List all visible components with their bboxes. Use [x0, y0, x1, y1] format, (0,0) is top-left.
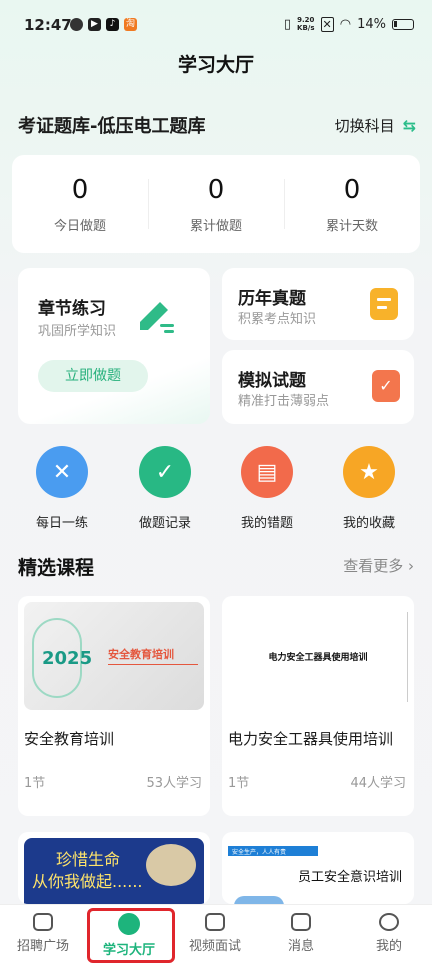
course-thumbnail: 安全生产，人人有责 员工安全意识培训: [228, 838, 408, 904]
bottom-nav: 招聘广场 学习大厅 视频面试 消息 我的: [0, 904, 432, 964]
mock-exam-card[interactable]: 模拟试题 精准打击薄弱点 ✓: [222, 350, 414, 424]
no-sim-icon: ✕: [320, 16, 334, 32]
nav-recruitment[interactable]: 招聘广场: [0, 911, 86, 954]
nav-label: 招聘广场: [16, 939, 69, 954]
document-list-icon: [370, 288, 398, 320]
briefcase-icon: [33, 913, 53, 931]
video-icon: [205, 913, 225, 931]
shop-app-icon: 淘: [124, 18, 137, 31]
mock-subtitle: 精准打击薄弱点: [238, 394, 330, 409]
tiktok-icon: ♪: [106, 18, 119, 31]
nav-video-interview[interactable]: 视频面试: [172, 911, 258, 954]
chapter-subtitle: 巩固所学知识: [38, 324, 117, 339]
nav-label: 我的: [375, 939, 402, 954]
stat-value: 0: [71, 175, 89, 205]
course-sections: 1节: [228, 776, 250, 791]
vibrate-icon: ▯: [283, 16, 292, 32]
course-learners: 53人学习: [146, 776, 202, 791]
thumb-line1: 珍惜生命: [56, 850, 121, 869]
stat-days: 0 累计天数: [284, 155, 420, 234]
user-icon: [379, 913, 399, 931]
status-bar: 12:47 ▶ ♪ 淘 ▯ 9.20 KB/s ✕ ◠ 14%: [0, 0, 432, 50]
view-more-label: 查看更多: [343, 557, 404, 575]
thumb-title: 电力安全工器具使用培训: [268, 653, 368, 663]
page-title: 学习大厅: [177, 54, 254, 76]
clipboard-check-icon: ✓: [139, 446, 191, 498]
stat-today: 0 今日做题: [12, 155, 148, 234]
stat-label: 累计做题: [189, 219, 242, 234]
quick-label: 做题记录: [138, 516, 191, 531]
folder-x-icon: ▤: [241, 446, 293, 498]
highlight-annotation: [87, 908, 175, 963]
course-thumbnail: 2025 安全教育培训: [24, 602, 204, 710]
nav-messages[interactable]: 消息: [258, 911, 344, 954]
history-title: 历年真题: [238, 289, 306, 309]
wrong-questions-button[interactable]: ▤ 我的错题: [222, 446, 312, 531]
stat-label: 今日做题: [53, 219, 106, 234]
quick-label: 我的收藏: [342, 516, 395, 531]
course-card[interactable]: 2025 安全教育培训 安全教育培训 1节 53人学习: [18, 596, 210, 816]
view-more-link[interactable]: 查看更多 ›: [343, 555, 414, 576]
stats-card: 0 今日做题 0 累计做题 0 累计天数: [12, 155, 420, 253]
wifi-icon: ◠: [339, 16, 352, 32]
net-speed-unit: KB/s: [297, 24, 315, 32]
logo-image: [146, 844, 196, 886]
thumb-line2: 从你我做起......: [32, 872, 143, 891]
practice-record-button[interactable]: ✓ 做题记录: [120, 446, 210, 531]
stat-value: 0: [207, 175, 225, 205]
featured-courses-title: 精选课程: [18, 557, 95, 579]
switch-subject-button[interactable]: 切换科目 ⇆: [335, 115, 416, 136]
thumb-year: 2025: [42, 648, 93, 669]
app-notification-icon: [70, 18, 83, 31]
battery-icon: [392, 18, 414, 30]
favorites-button[interactable]: ★ 我的收藏: [324, 446, 414, 531]
history-subtitle: 积累考点知识: [238, 312, 317, 327]
quick-label: 每日一练: [35, 516, 88, 531]
course-learners: 44人学习: [350, 776, 406, 791]
bookmark-star-icon: ★: [343, 446, 395, 498]
nav-label: 视频面试: [188, 939, 241, 954]
net-speed-value: 9.20: [297, 16, 315, 24]
stat-label: 累计天数: [325, 219, 378, 234]
nav-label: 消息: [287, 939, 314, 954]
status-right: ▯ 9.20 KB/s ✕ ◠ 14%: [284, 16, 414, 32]
start-practice-button[interactable]: 立即做题: [38, 360, 148, 392]
course-thumbnail: 珍惜生命 从你我做起......: [24, 838, 204, 904]
switch-arrows-icon: ⇆: [402, 116, 416, 135]
stat-total: 0 累计做题: [148, 155, 284, 234]
chevron-right-icon: ›: [408, 557, 414, 575]
course-card[interactable]: 电力安全工器具使用培训 电力安全工器具使用培训 1节 44人学习: [222, 596, 414, 816]
daily-practice-button[interactable]: ✕ 每日一练: [17, 446, 107, 531]
chat-icon: [291, 913, 311, 931]
course-card[interactable]: 珍惜生命 从你我做起......: [18, 832, 210, 904]
switch-subject-label: 切换科目: [334, 117, 395, 135]
edit-pencil-icon: [136, 292, 176, 336]
status-time: 12:47: [24, 16, 72, 34]
battery-text: 14%: [357, 16, 386, 32]
quick-label: 我的错题: [240, 516, 293, 531]
course-thumbnail: 电力安全工器具使用培训: [228, 602, 408, 710]
thumb-title: 员工安全意识培训: [298, 870, 403, 885]
past-exams-card[interactable]: 历年真题 积累考点知识: [222, 268, 414, 340]
checklist-icon: ✓: [372, 370, 400, 402]
course-name: 电力安全工器具使用培训: [228, 730, 394, 748]
course-name: 安全教育培训: [24, 730, 115, 748]
course-card[interactable]: 安全生产，人人有责 员工安全意识培训: [222, 832, 414, 904]
course-sections: 1节: [24, 776, 46, 791]
question-bank-title: 考证题库-低压电工题库: [18, 116, 206, 137]
thumb-title: 安全教育培训: [108, 648, 174, 661]
net-speed: 9.20 KB/s: [297, 16, 314, 32]
chapter-title: 章节练习: [38, 299, 106, 319]
stat-value: 0: [343, 175, 361, 205]
mock-title: 模拟试题: [238, 371, 306, 391]
thumb-tag: 安全生产，人人有责: [232, 849, 287, 856]
nav-profile[interactable]: 我的: [346, 911, 432, 954]
play-app-icon: ▶: [88, 18, 101, 31]
chapter-practice-card[interactable]: 章节练习 巩固所学知识 立即做题: [18, 268, 210, 424]
pencil-ruler-icon: ✕: [36, 446, 88, 498]
